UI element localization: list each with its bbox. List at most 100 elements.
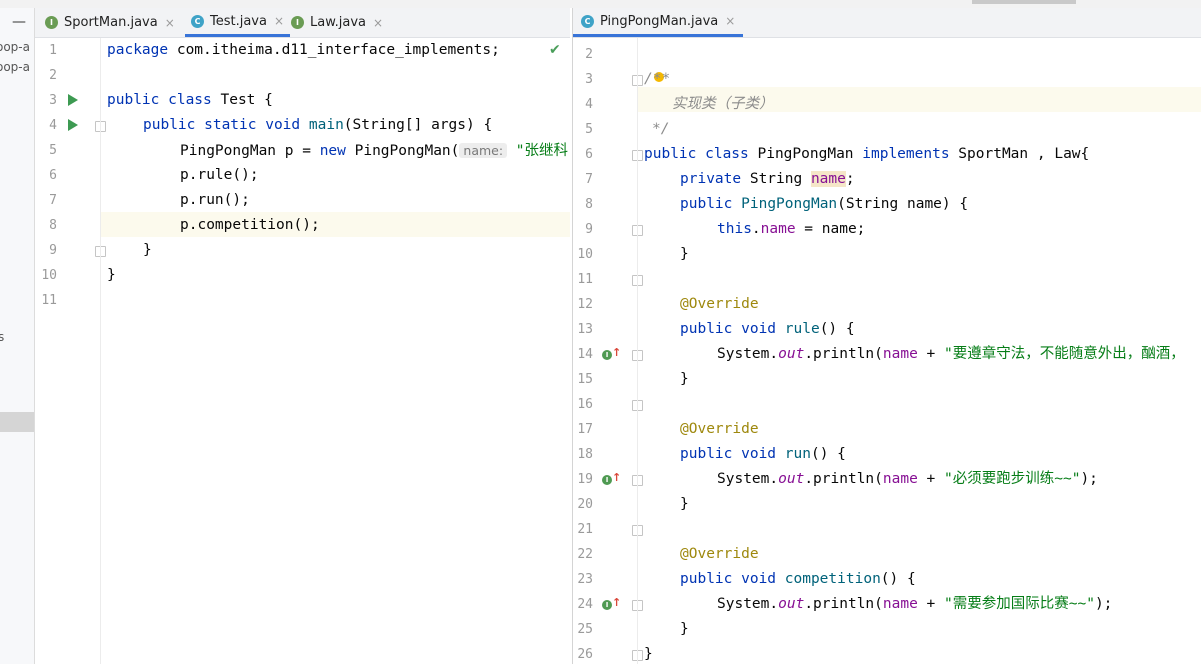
line-number: 8	[585, 197, 593, 212]
inspection-ok-icon[interactable]: ✔	[549, 42, 561, 58]
line-number: 17	[577, 422, 593, 437]
implements-marker-icon[interactable]: I	[602, 350, 612, 360]
run-class-icon[interactable]	[68, 94, 78, 106]
class-icon: C	[191, 14, 204, 28]
search-box-edge[interactable]	[972, 0, 1076, 4]
line-number: 22	[577, 547, 593, 562]
code-line: public class Test {	[107, 92, 273, 108]
class-icon: C	[581, 14, 594, 28]
right-editor-pane: C PingPongMan.java × 2 3 4 5 6 7 8 9 10 …	[572, 8, 1201, 664]
left-tab-bar: I SportMan.java × C Test.java × I Law.ja…	[35, 8, 570, 38]
code-line: public class PingPongMan implements Spor…	[644, 146, 1090, 162]
code-line: public void rule() {	[680, 321, 855, 337]
window-top-strip	[0, 0, 1201, 8]
code-line: }	[107, 267, 116, 283]
implements-marker-icon[interactable]: I	[602, 475, 612, 485]
line-number: 4	[49, 118, 57, 133]
code-line: @Override	[680, 296, 759, 312]
code-line: package com.itheima.d11_interface_implem…	[107, 42, 500, 58]
code-line: @Override	[680, 421, 759, 437]
line-number: 15	[577, 372, 593, 387]
code-line: System.out.println(name + "需要参加国际比赛~~");	[717, 596, 1113, 612]
tab-label: PingPongMan.java	[600, 13, 719, 29]
gutter-separator	[100, 38, 101, 664]
code-line: this.name = name;	[717, 221, 866, 237]
line-number: 24	[577, 597, 593, 612]
line-number: 1	[49, 43, 57, 58]
code-line: public void competition() {	[680, 571, 916, 587]
line-number: 18	[577, 447, 593, 462]
interface-icon: I	[291, 16, 304, 29]
code-line: }	[680, 246, 689, 262]
line-number: 14	[577, 347, 593, 362]
tab-sportman[interactable]: I SportMan.java ×	[45, 8, 175, 37]
line-number: 9	[49, 243, 57, 258]
line-number: 4	[585, 97, 593, 112]
line-number: 16	[577, 397, 593, 412]
line-number: 13	[577, 322, 593, 337]
close-icon[interactable]: ×	[274, 14, 284, 28]
close-icon[interactable]: ×	[373, 16, 383, 30]
tab-law[interactable]: I Law.java ×	[291, 8, 383, 37]
tab-label: SportMan.java	[64, 15, 158, 30]
line-number: 3	[585, 72, 593, 87]
code-line: public PingPongMan(String name) {	[680, 196, 969, 212]
run-main-icon[interactable]	[68, 119, 78, 131]
line-number: 6	[585, 147, 593, 162]
tab-pingpongman[interactable]: C PingPongMan.java ×	[573, 8, 744, 37]
code-line: }	[680, 371, 689, 387]
left-code-area[interactable]: package com.itheima.d11_interface_implem…	[107, 38, 570, 664]
project-selected-row[interactable]	[0, 412, 34, 432]
line-number: 7	[49, 193, 57, 208]
parameter-hint: name:	[459, 143, 508, 158]
line-number: 12	[577, 297, 593, 312]
code-line: /**	[644, 71, 671, 87]
code-line: @Override	[680, 546, 759, 562]
left-editor-pane: I SportMan.java × C Test.java × I Law.ja…	[35, 8, 570, 664]
up-arrow-icon[interactable]: ↑	[612, 346, 621, 359]
code-line: }	[644, 646, 653, 662]
code-line: System.out.println(name + "要遵章守法，不能随意外出，…	[717, 346, 1185, 362]
code-line: public static void main(String[] args) {	[143, 117, 493, 133]
code-line: PingPongMan p = new PingPongMan(name: "张…	[180, 143, 570, 159]
code-line: }	[680, 496, 689, 512]
line-number: 25	[577, 622, 593, 637]
code-line: }	[143, 242, 152, 258]
line-number: 5	[49, 143, 57, 158]
line-number: 26	[577, 647, 593, 662]
close-icon[interactable]: ×	[725, 14, 735, 28]
up-arrow-icon[interactable]: ↑	[612, 471, 621, 484]
line-number: 10	[577, 247, 593, 262]
line-number: 10	[41, 268, 57, 283]
project-item[interactable]: s	[0, 330, 4, 344]
gutter-separator	[637, 38, 638, 664]
line-number: 7	[585, 172, 593, 187]
right-code-area[interactable]: /** 实现类（子类） */ public class PingPongMan …	[644, 38, 1201, 664]
tab-label: Law.java	[310, 15, 367, 30]
code-line: p.competition();	[180, 217, 320, 233]
line-number: 5	[585, 122, 593, 137]
line-number: 23	[577, 572, 593, 587]
interface-icon: I	[45, 16, 58, 29]
right-tab-bar: C PingPongMan.java ×	[573, 8, 1201, 38]
line-number: 8	[49, 218, 57, 233]
code-line: */	[652, 121, 670, 137]
code-line: 实现类（子类）	[672, 96, 774, 112]
project-item[interactable]: oop-a	[0, 40, 30, 54]
code-line: public void run() {	[680, 446, 846, 462]
up-arrow-icon[interactable]: ↑	[612, 596, 621, 609]
tab-test[interactable]: C Test.java ×	[185, 8, 291, 37]
line-number: 2	[585, 47, 593, 62]
line-number: 21	[577, 522, 593, 537]
line-number: 3	[49, 93, 57, 108]
implements-marker-icon[interactable]: I	[602, 600, 612, 610]
close-icon[interactable]: ×	[165, 16, 175, 30]
line-number: 20	[577, 497, 593, 512]
line-number: 2	[49, 68, 57, 83]
project-item[interactable]: oop-a	[0, 60, 30, 74]
line-number: 9	[585, 222, 593, 237]
minimize-icon[interactable]: —	[12, 14, 26, 30]
line-number: 11	[41, 293, 57, 308]
line-number: 19	[577, 472, 593, 487]
line-number: 11	[577, 272, 593, 287]
